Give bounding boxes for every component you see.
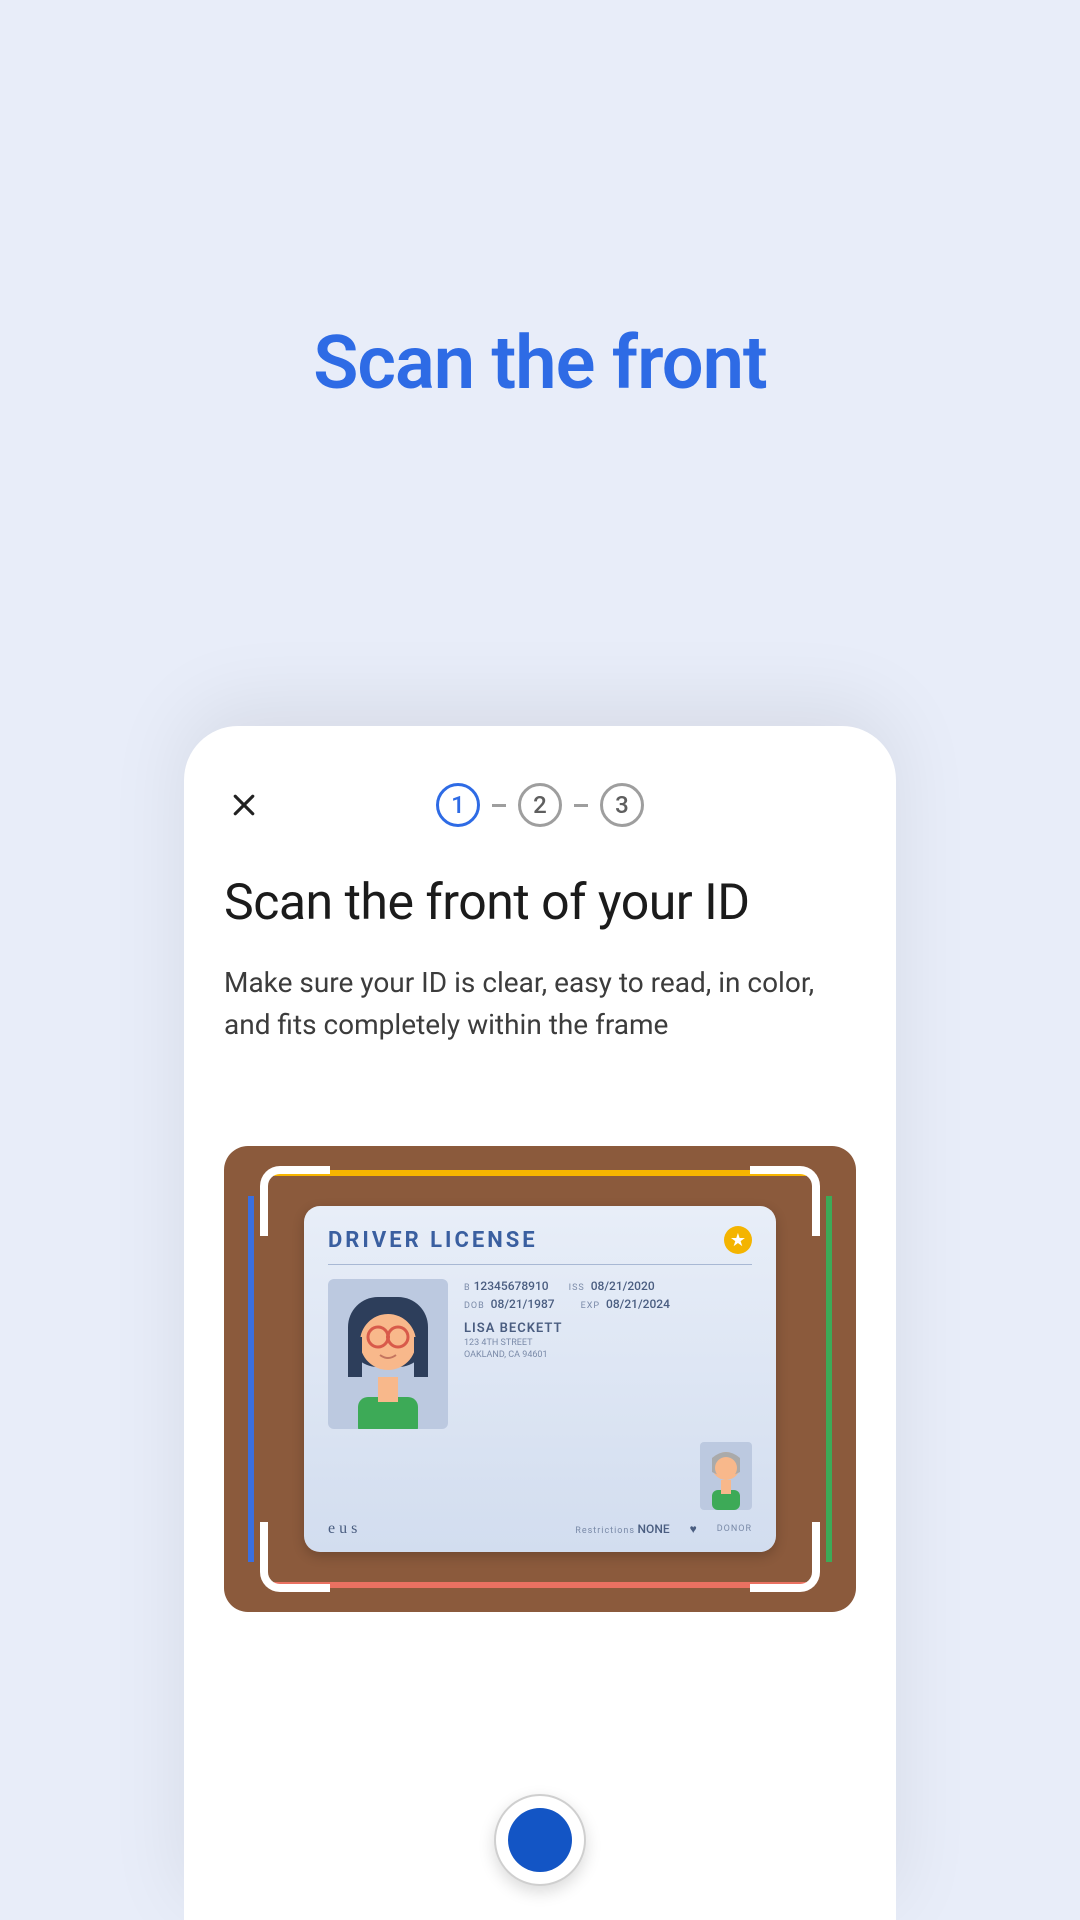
heart-icon: ♥ bbox=[690, 1522, 697, 1536]
step-connector bbox=[492, 804, 506, 807]
license-photo-small bbox=[700, 1442, 752, 1510]
sample-license-card: DRIVER LICENSE ★ bbox=[304, 1206, 776, 1552]
page-title: Scan the front bbox=[0, 320, 1080, 407]
license-address-1: 123 4TH STREET bbox=[464, 1338, 752, 1348]
iss-label: ISS bbox=[569, 1283, 585, 1293]
instruction-subtitle: Make sure your ID is clear, easy to read… bbox=[224, 962, 856, 1046]
step-3: 3 bbox=[600, 783, 644, 827]
step-1: 1 bbox=[436, 783, 480, 827]
shutter-inner bbox=[508, 1808, 572, 1872]
star-icon: ★ bbox=[724, 1226, 752, 1254]
license-address-2: OAKLAND, CA 94601 bbox=[464, 1350, 752, 1360]
step-2: 2 bbox=[518, 783, 562, 827]
dob-label: DOB bbox=[464, 1301, 485, 1311]
shutter-button[interactable] bbox=[494, 1794, 586, 1886]
license-divider bbox=[328, 1264, 752, 1265]
license-photo-main bbox=[328, 1279, 448, 1429]
frame-edge-right bbox=[826, 1196, 832, 1562]
id-preview-frame: DRIVER LICENSE ★ bbox=[224, 1146, 856, 1612]
license-title: DRIVER LICENSE bbox=[328, 1228, 538, 1253]
license-name: LISA BECKETT bbox=[464, 1321, 752, 1336]
frame-edge-bottom bbox=[274, 1582, 806, 1588]
license-signature: e u s bbox=[328, 1520, 357, 1538]
restrictions-label: Restrictions bbox=[575, 1526, 635, 1536]
phone-frame: 1 2 3 Scan the front of your ID Make sur… bbox=[184, 726, 896, 1920]
close-icon[interactable] bbox=[224, 785, 264, 825]
frame-edge-left bbox=[248, 1196, 254, 1562]
progress-stepper: 1 2 3 bbox=[436, 783, 644, 827]
instruction-title: Scan the front of your ID bbox=[224, 874, 856, 932]
exp-value: 08/21/2024 bbox=[606, 1297, 670, 1311]
step-connector bbox=[574, 804, 588, 807]
exp-label: EXP bbox=[581, 1301, 600, 1311]
header-row: 1 2 3 bbox=[224, 780, 856, 830]
frame-edge-top bbox=[274, 1170, 806, 1176]
donor-label: DONOR bbox=[717, 1524, 752, 1534]
restrictions-value: NONE bbox=[638, 1522, 670, 1536]
id-value: B 12345678910 bbox=[464, 1279, 549, 1293]
dob-value: 08/21/1987 bbox=[491, 1297, 555, 1311]
iss-value: 08/21/2020 bbox=[591, 1279, 655, 1293]
